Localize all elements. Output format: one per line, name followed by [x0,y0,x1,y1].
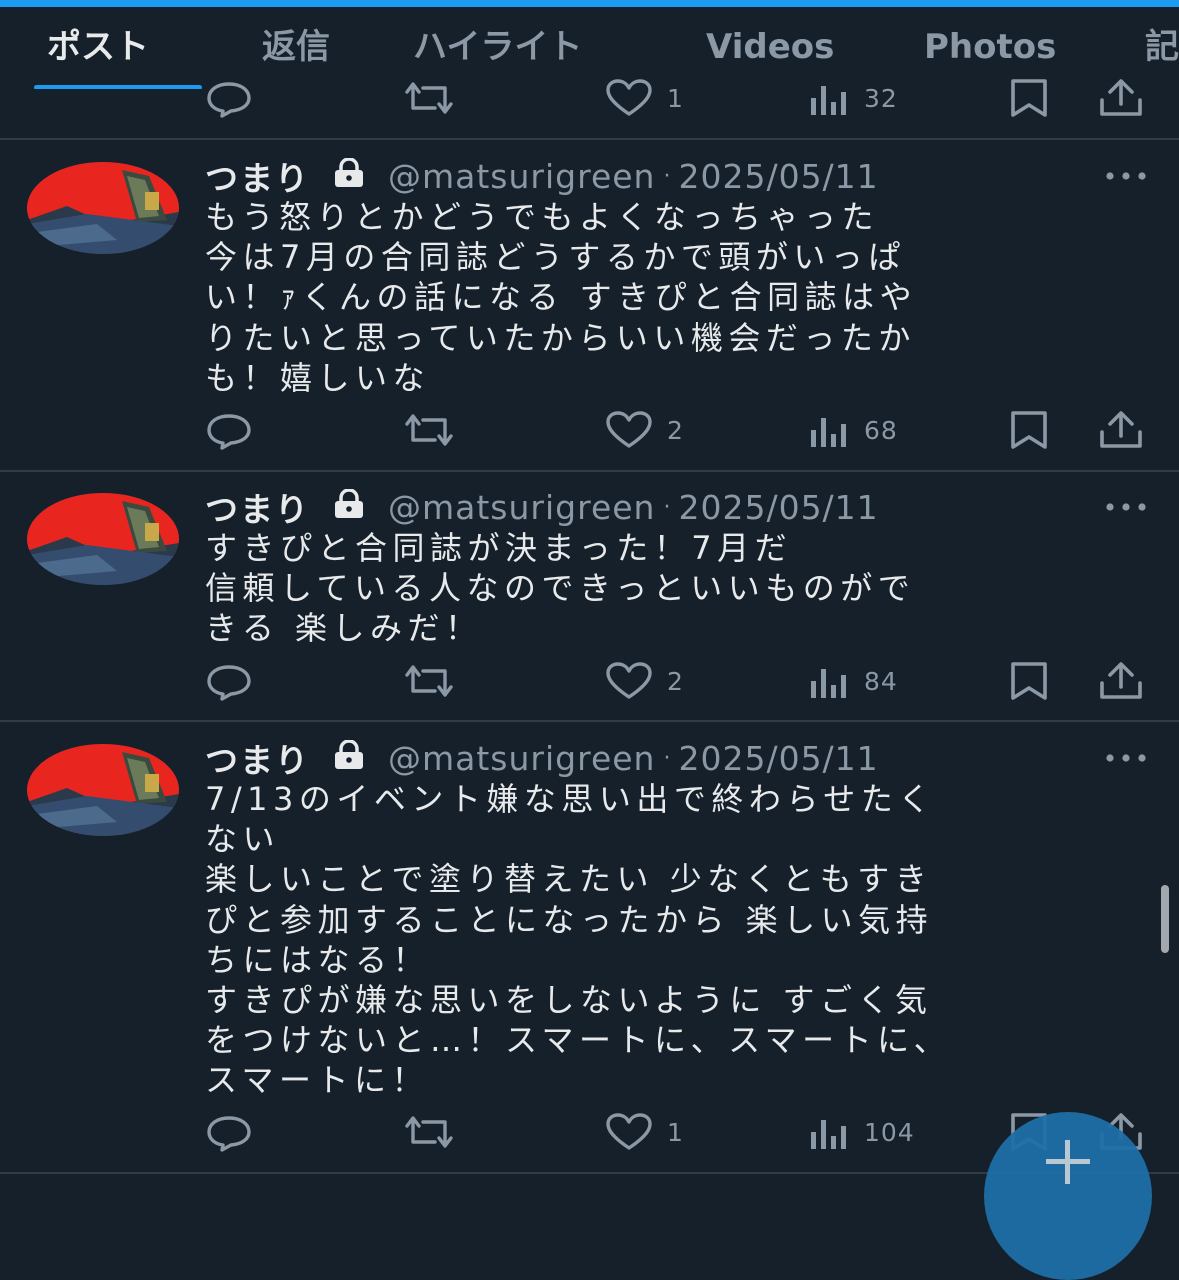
views-button[interactable]: 68 [808,410,898,450]
reply-button[interactable] [205,410,253,450]
views-button[interactable]: 104 [808,1112,915,1152]
post-text: もう怒りとかどうでもよくなっちゃった 今は7月の合同誌どうするかで頭がいっぱ い… [205,198,918,397]
heart-icon [605,1112,653,1152]
share-button[interactable] [1098,410,1144,450]
avatar[interactable] [27,162,179,254]
retweet-icon [401,1112,457,1152]
more-icon [1103,169,1149,188]
more-button[interactable] [1103,168,1149,184]
divider [0,470,1179,472]
views-icon [808,661,850,701]
retweet-icon [401,661,457,701]
post-text: 7/13のイベント嫌な思い出で終わらせたく ない 楽しいことで塗り替えたい 少な… [205,780,952,1100]
views-button[interactable]: 84 [808,661,898,701]
like-count: 2 [667,415,684,445]
tab-articles[interactable]: 記 [1145,7,1179,89]
reply-icon [205,78,253,118]
retweet-button[interactable] [401,410,457,450]
profile-tabs: ポスト 返信 ハイライト Videos Photos 記 [0,7,1179,89]
more-button[interactable] [1103,750,1149,766]
separator: · [663,163,671,189]
like-button[interactable]: 1 [605,78,684,118]
action-bar: 2 84 [0,661,1179,701]
post-date[interactable]: 2025/05/11 [678,739,878,778]
post-date[interactable]: 2025/05/11 [678,488,878,527]
share-button[interactable] [1098,78,1144,118]
share-icon [1098,78,1144,118]
display-name[interactable]: つまり [205,152,310,200]
post-header: つまり @matsurigreen · 2025/05/11 [205,487,879,530]
share-icon [1098,410,1144,450]
reply-icon [205,1112,253,1152]
tab-photos[interactable]: Photos [924,7,1056,89]
plus-icon [1042,1136,1094,1188]
like-button[interactable]: 1 [605,1112,684,1152]
lock-icon [332,738,366,778]
like-button[interactable]: 2 [605,661,684,701]
views-button[interactable]: 32 [808,78,898,118]
avatar[interactable] [27,493,179,585]
action-bar: 1 32 [0,78,1179,118]
view-count: 32 [864,83,898,113]
tab-videos[interactable]: Videos [706,7,834,89]
bookmark-icon [1008,410,1050,450]
scrollbar-thumb[interactable] [1161,885,1169,953]
post-header: つまり @matsurigreen · 2025/05/11 [205,156,879,199]
tab-posts[interactable]: ポスト [47,7,149,89]
retweet-icon [401,78,457,118]
like-count: 1 [667,83,684,113]
bookmark-button[interactable] [1008,661,1050,701]
separator: · [663,745,671,771]
top-accent-bar [0,0,1179,7]
post-text: すきぴと合同誌が決まった！7月だ 信頼している人なのできっといいものがで きる … [205,529,916,648]
share-icon [1098,661,1144,701]
bookmark-button[interactable] [1008,410,1050,450]
heart-icon [605,410,653,450]
like-button[interactable]: 2 [605,410,684,450]
divider [0,720,1179,722]
like-count: 2 [667,666,684,696]
more-button[interactable] [1103,499,1149,515]
views-icon [808,410,850,450]
reply-icon [205,410,253,450]
lock-icon [332,156,366,196]
user-handle[interactable]: @matsurigreen [388,488,655,527]
avatar[interactable] [27,744,179,836]
separator: · [663,494,671,520]
share-button[interactable] [1098,661,1144,701]
post-date[interactable]: 2025/05/11 [678,157,878,196]
retweet-button[interactable] [401,661,457,701]
lock-icon [332,487,366,527]
display-name[interactable]: つまり [205,483,310,531]
view-count: 68 [864,415,898,445]
views-icon [808,78,850,118]
divider [0,138,1179,140]
tab-highlights[interactable]: ハイライト [413,7,582,89]
retweet-button[interactable] [401,1112,457,1152]
user-handle[interactable]: @matsurigreen [388,739,655,778]
action-bar: 2 68 [0,410,1179,450]
more-icon [1103,500,1149,519]
tab-replies[interactable]: 返信 [262,7,330,89]
bookmark-button[interactable] [1008,78,1050,118]
view-count: 104 [864,1117,915,1147]
heart-icon [605,78,653,118]
post-header: つまり @matsurigreen · 2025/05/11 [205,738,879,781]
reply-button[interactable] [205,78,253,118]
heart-icon [605,661,653,701]
retweet-icon [401,410,457,450]
like-count: 1 [667,1117,684,1147]
reply-icon [205,661,253,701]
views-icon [808,1112,850,1152]
bookmark-icon [1008,661,1050,701]
user-handle[interactable]: @matsurigreen [388,157,655,196]
reply-button[interactable] [205,661,253,701]
more-icon [1103,751,1149,770]
display-name[interactable]: つまり [205,734,310,782]
bookmark-icon [1008,78,1050,118]
view-count: 84 [864,666,898,696]
reply-button[interactable] [205,1112,253,1152]
retweet-button[interactable] [401,78,457,118]
